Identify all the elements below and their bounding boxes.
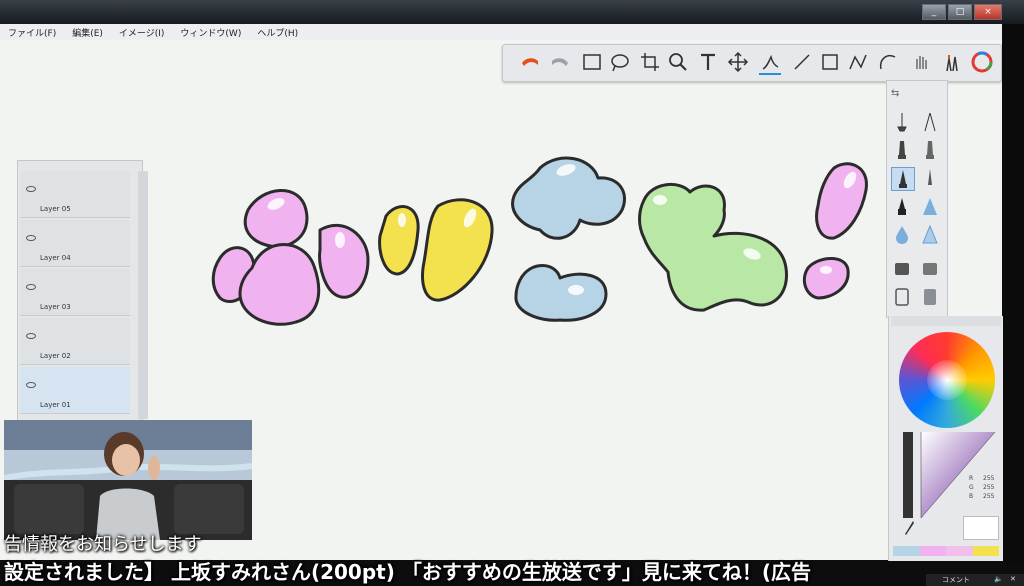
layer-row[interactable]: Layer 03 xyxy=(20,269,130,316)
window-controls: _ □ × xyxy=(922,4,1002,20)
fine-pen-icon[interactable] xyxy=(919,167,941,189)
maximize-button[interactable]: □ xyxy=(948,4,972,20)
title-bar: _ □ × xyxy=(0,0,1024,24)
eraser-hard-icon[interactable] xyxy=(891,257,913,279)
swatch[interactable] xyxy=(972,546,999,556)
glyph-exclaim-bar xyxy=(815,162,868,240)
layer-row[interactable]: Layer 04 xyxy=(20,220,130,267)
volume-icon[interactable]: 🔈 xyxy=(994,575,1003,583)
color-wheel-icon[interactable] xyxy=(971,51,993,73)
rgb-readout: 255 255 255 xyxy=(983,474,994,501)
glyph-exclaim-dot xyxy=(802,257,850,300)
redo-icon[interactable] xyxy=(549,51,571,73)
layer-name: Layer 04 xyxy=(40,254,71,262)
rgb-labels: R G B xyxy=(969,474,974,501)
layer-row[interactable]: Layer 02 xyxy=(20,318,130,365)
menu-bar: ファイル(F) 編集(E) イメージ(I) ウィンドウ(W) ヘルプ(H) xyxy=(0,24,1002,41)
line-icon[interactable] xyxy=(791,51,813,73)
hand-icon[interactable] xyxy=(911,51,933,73)
hue-wheel[interactable] xyxy=(899,332,995,428)
undo-icon[interactable] xyxy=(519,51,541,73)
rectangle-select-icon[interactable] xyxy=(581,51,603,73)
current-color-swatch[interactable] xyxy=(963,516,999,540)
airbrush-icon[interactable] xyxy=(919,111,941,133)
swatch[interactable] xyxy=(946,546,973,556)
ellipse-icon[interactable] xyxy=(877,51,899,73)
ink-brush-icon[interactable] xyxy=(919,139,941,161)
polyline-icon[interactable] xyxy=(847,51,869,73)
close-button[interactable]: × xyxy=(974,4,1002,20)
layer-row[interactable]: Layer 05 xyxy=(20,171,130,218)
rgb-value-g: 255 xyxy=(983,484,995,491)
flat-brush-icon[interactable] xyxy=(919,195,941,217)
pencil-brush-icon[interactable] xyxy=(891,111,913,133)
glyph-ri-right xyxy=(421,198,494,302)
comment-label[interactable]: コメント xyxy=(942,575,970,585)
blend-brush-icon[interactable] xyxy=(919,223,941,245)
brush-panel-header: ⇆ xyxy=(891,83,943,105)
rgb-label-g: G xyxy=(969,484,974,491)
smudge-icon[interactable] xyxy=(919,285,941,307)
toolbar xyxy=(502,44,1002,82)
visibility-eye-icon[interactable] xyxy=(26,177,36,196)
layers-scrollbar[interactable] xyxy=(138,171,148,419)
visibility-eye-icon[interactable] xyxy=(26,226,36,245)
zoom-icon[interactable] xyxy=(667,51,689,73)
layer-name: Layer 03 xyxy=(40,303,71,311)
move-icon[interactable] xyxy=(727,51,749,73)
crop-icon[interactable] xyxy=(639,51,661,73)
rgb-label-r: R xyxy=(969,475,974,482)
layers-panel: Layer 05 Layer 04 Layer 03 Layer 02 Laye… xyxy=(17,160,148,424)
lasso-icon[interactable] xyxy=(609,51,631,73)
layer-name: Layer 05 xyxy=(40,205,71,213)
menu-edit[interactable]: 編集(E) xyxy=(64,26,111,39)
marker-brush-icon[interactable] xyxy=(891,139,913,161)
layer-name: Layer 01 xyxy=(40,401,71,409)
color-swatches xyxy=(893,546,999,556)
player-controls: コメント 🔈 ✕ xyxy=(926,574,1024,586)
swatch[interactable] xyxy=(919,546,946,556)
swatch[interactable] xyxy=(893,546,920,556)
bucket-icon[interactable] xyxy=(891,285,913,307)
rgb-label-b: B xyxy=(969,493,974,500)
pen-brush-icon[interactable] xyxy=(891,167,915,191)
minimize-button[interactable]: _ xyxy=(922,4,946,20)
stream-caption-top: 告情報をお知らせします xyxy=(4,534,202,555)
rectangle-icon[interactable] xyxy=(819,51,841,73)
visibility-eye-icon[interactable] xyxy=(26,275,36,294)
brush-panel: ⇆ xyxy=(886,80,948,318)
brush-tool-icon[interactable] xyxy=(941,51,963,73)
rgb-value-b: 255 xyxy=(983,493,995,500)
crayon-brush-icon[interactable] xyxy=(891,195,913,217)
glyph-sa-bottom xyxy=(514,264,608,322)
menu-help[interactable]: ヘルプ(H) xyxy=(249,26,306,39)
rgb-value-r: 255 xyxy=(983,475,995,482)
text-icon[interactable] xyxy=(697,51,719,73)
settings-icon[interactable]: ⇆ xyxy=(891,88,899,99)
screen-edge xyxy=(1002,24,1024,564)
webcam-inset xyxy=(4,420,252,540)
menu-window[interactable]: ウィンドウ(W) xyxy=(172,26,249,39)
visibility-eye-icon[interactable] xyxy=(26,373,36,392)
close-icon[interactable]: ✕ xyxy=(1010,575,1016,583)
water-brush-icon[interactable] xyxy=(891,223,913,245)
layer-name: Layer 02 xyxy=(40,352,71,360)
eyedropper-icon[interactable] xyxy=(905,520,915,536)
eraser-soft-icon[interactable] xyxy=(919,257,941,279)
menu-file[interactable]: ファイル(F) xyxy=(0,26,64,39)
color-panel: 255 255 255 R G B xyxy=(888,316,1003,561)
pen-icon[interactable] xyxy=(759,51,781,75)
color-panel-scrollbar[interactable] xyxy=(891,316,1001,326)
layer-row-selected[interactable]: Layer 01 xyxy=(20,367,130,414)
visibility-eye-icon[interactable] xyxy=(26,324,36,343)
webcam-video xyxy=(4,420,252,540)
menu-image[interactable]: イメージ(I) xyxy=(111,26,173,39)
stream-caption-marquee: 設定されました】 上坂すみれさん(200pt) 「おすすめの生放送です」見に来て… xyxy=(4,560,811,584)
